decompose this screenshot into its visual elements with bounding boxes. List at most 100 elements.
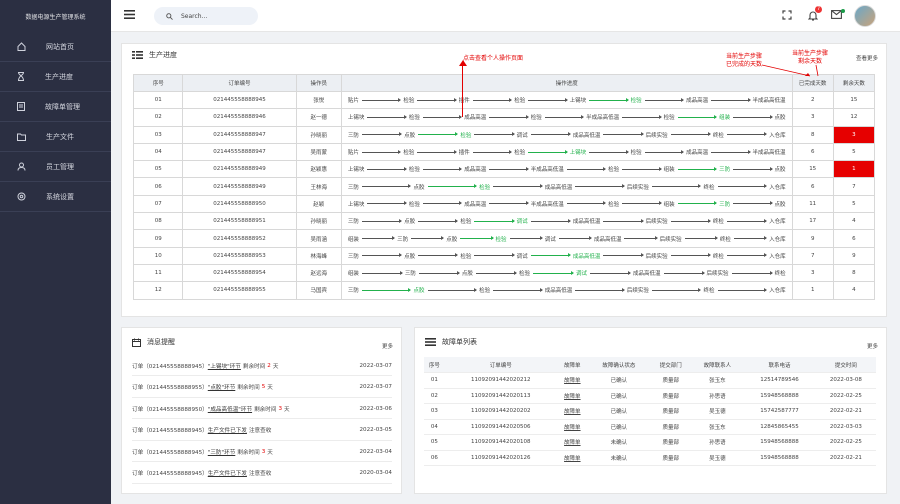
step-arrow [566, 201, 607, 206]
message-stage: "点胶"环节 [207, 385, 236, 391]
operator-link[interactable]: 赵颖 [295, 194, 342, 214]
step-label: 检验 [460, 132, 472, 139]
fault-report-link[interactable]: 故障单 [556, 388, 588, 404]
calendar-icon [132, 338, 141, 347]
fault-table: 序号 订单编号 故障单 故障确认状态 提交部门 故障联系人 联系电话 提交时间 01 11092… [424, 357, 876, 466]
table-cell: 张玉东 [691, 372, 744, 389]
progress-steps: 三防 点胶 检验 调试 成品高低温 后续实验 终检 入仓库 [340, 212, 793, 231]
order-number: 021445558888947 [182, 125, 297, 144]
operator-link[interactable]: 赵颖惠 [295, 160, 342, 179]
step-label: 后续实验 [659, 236, 682, 243]
operator-link[interactable]: 赵一德 [295, 108, 342, 127]
step-track: 上锡块 检验 成品高温 半成品高低温 检验 组装 三防 点胶 [342, 165, 792, 173]
operator-link[interactable]: 孙晓丽 [295, 125, 342, 144]
operator-link[interactable]: 赵远海 [295, 263, 342, 283]
table-cell: 质量部 [650, 372, 692, 389]
step-label: 成品高低温 [544, 184, 573, 191]
step-label: 半成品高低温 [530, 167, 564, 174]
sidebar-item-1[interactable]: 生产进度 [0, 62, 111, 92]
sidebar-item-3[interactable]: 生产文件 [0, 122, 111, 152]
step-label: 点胶 [413, 184, 425, 191]
operator-link[interactable]: 张悦 [295, 90, 342, 110]
step-arrow [493, 287, 543, 292]
step-arrow [361, 236, 396, 241]
step-arrow [361, 184, 412, 189]
step-label: 成品高低温 [593, 236, 622, 243]
message-item[interactable]: 订单（021445558888945） 生产文件已下发 注意查收 2022-03-05 [132, 421, 392, 441]
sidebar-item-0[interactable]: 网站首页 [0, 32, 111, 62]
table-cell: 质量部 [650, 403, 692, 420]
step-arrow [493, 184, 543, 189]
mail-button[interactable] [831, 9, 845, 21]
sidebar-item-5[interactable]: 系统设置 [0, 182, 111, 212]
fault-report-link[interactable]: 故障单 [556, 372, 588, 389]
step-label: 检验 [408, 167, 420, 174]
operator-link[interactable]: 马国宾 [295, 281, 342, 300]
production-card-title: 生产进度 [149, 51, 177, 59]
remaining-days: 9 [832, 246, 876, 265]
message-item[interactable]: 订单（021445558888950） "成品高低温"环节 剩余时间 3 天 2022-0… [132, 399, 392, 419]
step-label: 入仓库 [769, 236, 786, 243]
operator-link[interactable]: 林海峰 [295, 246, 342, 265]
fault-report-link[interactable]: 故障单 [556, 434, 588, 451]
step-label: 终检 [712, 132, 724, 139]
view-more-link[interactable]: 查看更多 [856, 54, 878, 62]
faults-more-link[interactable]: 更多 [867, 342, 878, 350]
fault-card-header: 故障单列表 [425, 337, 477, 347]
operator-link[interactable]: 王林海 [295, 177, 342, 196]
operator-link[interactable]: 孙晓丽 [295, 212, 342, 231]
sidebar-item-4[interactable]: 员工管理 [0, 152, 111, 182]
step-arrow [361, 218, 403, 223]
messages-more-link[interactable]: 更多 [382, 342, 393, 350]
sidebar-item-label: 系统设置 [46, 192, 74, 201]
step-label: 成品高低温 [633, 271, 661, 278]
step-arrow [418, 270, 460, 275]
operator-link[interactable]: 吴雨蒙 [295, 142, 342, 162]
step-label: 入仓库 [769, 132, 786, 139]
step-arrow [717, 184, 767, 189]
table-cell: 04 [424, 419, 445, 435]
step-label: 贴片 [347, 98, 359, 105]
row-number: 01 [132, 90, 184, 110]
search-input[interactable]: Search... [181, 13, 207, 20]
step-label: 入仓库 [769, 184, 786, 191]
step-label: 成品高低温 [544, 288, 573, 295]
completed-days: 3 [791, 263, 834, 283]
message-item[interactable]: 订单（021445558888945） "三防"环节 剩余时间 3 天 2022-03-0… [132, 442, 392, 462]
step-label: 后续实验 [706, 271, 729, 278]
step-label: 成品高低温 [572, 132, 601, 139]
step-arrow [711, 97, 751, 102]
table-cell: 质量部 [650, 434, 692, 451]
fault-report-link[interactable]: 故障单 [556, 419, 588, 435]
step-arrow [670, 253, 712, 258]
fullscreen-icon[interactable] [782, 10, 792, 20]
sidebar-item-2[interactable]: 故障单管理 [0, 92, 111, 122]
search-box[interactable]: Search... [154, 7, 258, 25]
step-label: 终检 [774, 271, 786, 278]
completed-days: 17 [791, 212, 834, 231]
fault-report-link[interactable]: 故障单 [556, 403, 588, 420]
step-arrow [367, 166, 408, 171]
message-item[interactable]: 订单（021445558888955） "点胶"环节 剩余时间 5 天 2022-03-0… [132, 378, 392, 398]
step-arrow [367, 114, 408, 119]
step-arrow [711, 149, 751, 154]
step-label: 半成品高低温 [586, 115, 620, 122]
sidebar-item-label: 员工管理 [46, 162, 74, 171]
step-label: 三防 [347, 132, 359, 139]
row-number: 08 [132, 212, 184, 231]
step-label: 上锡块 [347, 115, 365, 122]
notification-button[interactable]: 7 [807, 6, 822, 23]
message-item[interactable]: 订单（021445558888945） "上锡块"环节 剩余时间 2 天 2022-03-… [132, 356, 392, 376]
operator-link[interactable]: 吴雨涵 [295, 229, 342, 248]
step-label: 三防 [397, 236, 409, 243]
fault-report-link[interactable]: 故障单 [556, 450, 588, 466]
step-arrow [622, 201, 663, 206]
hamburger-menu-icon[interactable] [124, 10, 135, 19]
step-arrow [361, 149, 402, 154]
step-label: 检验 [460, 219, 472, 226]
notification-badge: 7 [815, 6, 822, 13]
message-date: 2022-03-05 [359, 427, 392, 433]
avatar[interactable] [854, 5, 876, 27]
step-label: 点胶 [404, 219, 416, 226]
message-item[interactable]: 订单（021445558888945） 生产文件已下发 注意查收 2020-03-04 [132, 464, 392, 484]
